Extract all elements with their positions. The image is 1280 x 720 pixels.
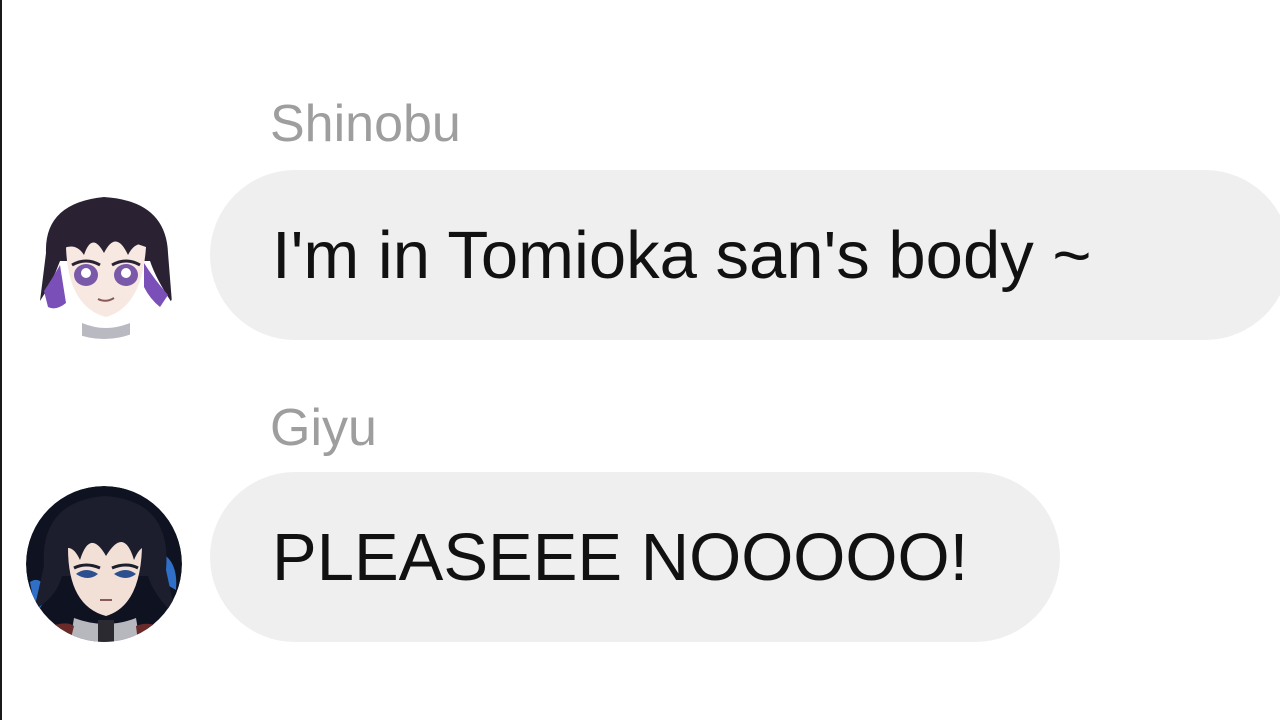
chat-screen: Shinobu I'm in Tomioka san's body ~ Giyu… — [0, 0, 1280, 720]
giyu-avatar-icon[interactable] — [26, 486, 182, 642]
message-text: I'm in Tomioka san's body ~ — [272, 217, 1092, 293]
message-text: PLEASEEE NOOOOO! — [272, 519, 969, 595]
message-bubble[interactable]: I'm in Tomioka san's body ~ — [210, 170, 1280, 340]
sender-name: Shinobu — [270, 95, 461, 153]
shinobu-avatar-icon[interactable] — [26, 183, 182, 339]
message-bubble[interactable]: PLEASEEE NOOOOO! — [210, 472, 1060, 642]
avatar-illustration — [26, 486, 182, 642]
avatar-illustration — [26, 183, 182, 339]
sender-name: Giyu — [270, 399, 377, 457]
